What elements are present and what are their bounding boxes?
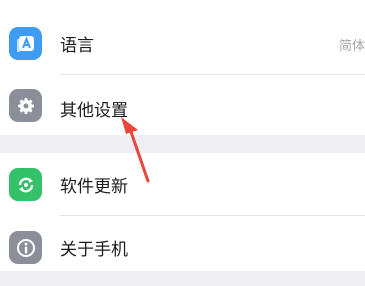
- annotation-arrow: [121, 117, 150, 183]
